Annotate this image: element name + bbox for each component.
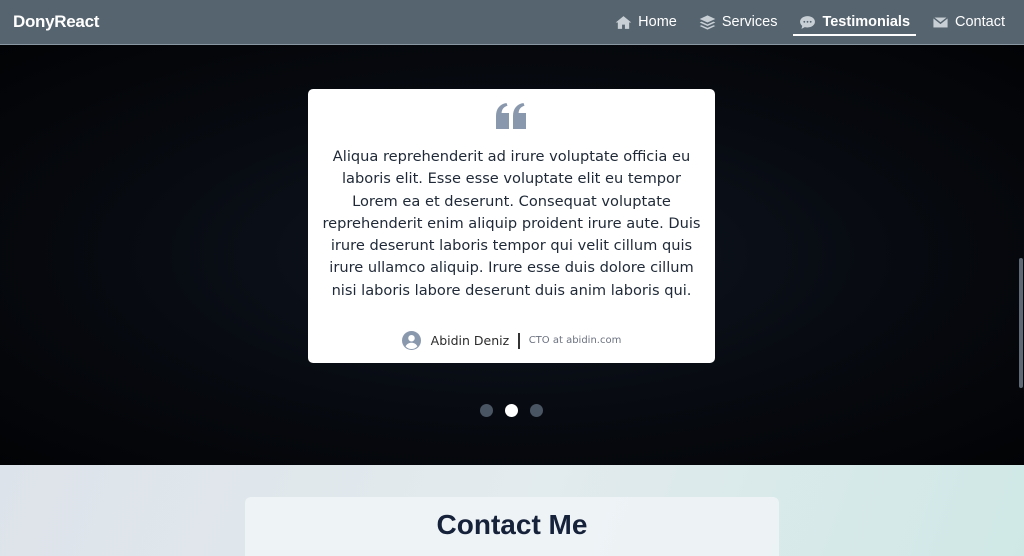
quote-icon	[496, 103, 526, 129]
nav-item-label: Home	[638, 14, 677, 30]
nav-item-label: Services	[721, 14, 778, 30]
testimonial-quote: Aliqua reprehenderit ad irure voluptate …	[322, 148, 701, 299]
chat-bubble-icon	[799, 14, 816, 31]
nav-item-contact[interactable]: Contact	[926, 0, 1011, 45]
envelope-icon	[932, 14, 949, 31]
carousel-dot-3[interactable]	[530, 404, 543, 417]
carousel-dots	[480, 404, 543, 417]
nav-item-testimonials[interactable]: Testimonials	[793, 0, 916, 45]
brand-logo[interactable]: DonyReact	[13, 12, 99, 32]
contact-section: Contact Me	[0, 465, 1024, 556]
testimonials-section: Aliqua reprehenderit ad irure voluptate …	[0, 45, 1024, 465]
contact-card: Contact Me	[245, 497, 779, 556]
nav-item-label: Contact	[955, 14, 1005, 30]
home-icon	[615, 14, 632, 31]
testimonial-card: Aliqua reprehenderit ad irure voluptate …	[308, 89, 715, 363]
carousel-dot-2[interactable]	[505, 404, 518, 417]
contact-title: Contact Me	[436, 509, 588, 540]
nav-menu: Home Services Testimonials Contact	[599, 0, 1011, 45]
author-role: CTO at abidin.com	[528, 335, 622, 346]
nav-item-label: Testimonials	[822, 14, 911, 30]
user-avatar-icon	[401, 331, 421, 350]
layers-icon	[699, 14, 716, 31]
navbar: DonyReact Home Services Testimonials Con…	[0, 0, 1024, 45]
carousel-dot-1[interactable]	[480, 404, 493, 417]
page-scrollbar[interactable]	[1019, 258, 1023, 388]
author-name: Abidin Deniz	[430, 333, 510, 348]
nav-item-services[interactable]: Services	[693, 0, 784, 45]
nav-item-home[interactable]: Home	[609, 0, 683, 45]
author-divider	[518, 332, 520, 349]
testimonial-author: Abidin Deniz CTO at abidin.com	[308, 331, 715, 350]
